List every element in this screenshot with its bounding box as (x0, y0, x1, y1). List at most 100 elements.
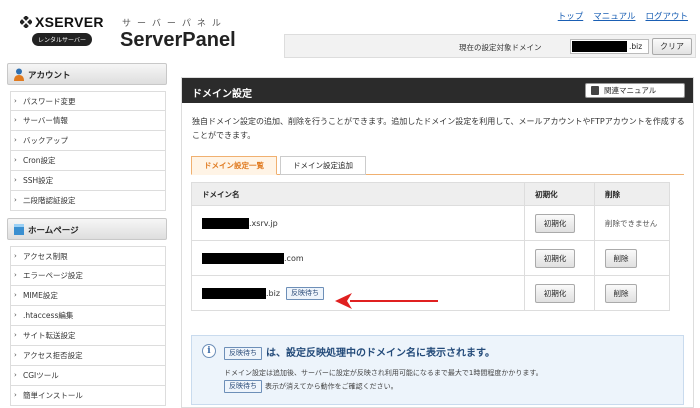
delete-cell: 削除できません (594, 205, 670, 241)
sidebar-item-access-restriction[interactable]: › アクセス制限 (10, 246, 166, 266)
sidebar-section-account[interactable]: アカウント (7, 63, 167, 85)
logo-diamond-icon (20, 16, 32, 28)
arrow-right-icon: › (14, 351, 17, 359)
arrow-right-icon: › (14, 291, 17, 299)
sidebar-item-2fa[interactable]: › 二段階認証設定 (10, 191, 166, 211)
sidebar-item-label: バックアップ (23, 136, 68, 145)
arrow-right-icon: › (14, 311, 17, 319)
init-cell: 初期化 (524, 275, 595, 311)
target-domain-field[interactable]: .biz (570, 39, 649, 54)
arrow-right-icon: › (14, 252, 17, 260)
init-button[interactable]: 初期化 (535, 248, 576, 268)
book-icon (591, 86, 599, 95)
sidebar-item-backup[interactable]: › バックアップ (10, 131, 166, 151)
init-button[interactable]: 初期化 (535, 213, 576, 233)
sidebar-item-mime[interactable]: › MIME設定 (10, 286, 166, 306)
column-header-domain: ドメイン名 (190, 182, 526, 206)
note-line-2: 反映待ち 表示が消えてから動作をご確認ください。 (224, 380, 674, 394)
arrow-right-icon: › (14, 97, 17, 105)
table-row: .com 初期化 削除 (190, 240, 670, 276)
sidebar-homepage-list: › アクセス制限 › エラーページ設定 › MIME設定 › .htaccess編集 ›… (10, 246, 166, 406)
intro-text: 独自ドメイン設定の追加、削除を行うことができます。追加したドメイン設定を利用して… (192, 117, 685, 140)
sidebar-item-cron[interactable]: › Cron設定 (10, 151, 166, 171)
domain-cell: .com (190, 240, 526, 276)
sidebar-item-ssh[interactable]: › SSH設定 (10, 171, 166, 191)
init-cell: 初期化 (524, 205, 595, 241)
tab-domain-list[interactable]: ドメイン設定一覧 (191, 156, 277, 175)
related-manual-button[interactable]: 関連マニュアル (585, 83, 685, 98)
pending-badge: 反映待ち (286, 286, 325, 300)
delete-cell: 削除 (594, 240, 670, 276)
arrow-right-icon: › (14, 371, 17, 379)
sidebar-section-label: ホームページ (28, 226, 79, 236)
page-title: ドメイン設定 (192, 89, 252, 100)
domain-suffix: .biz (266, 288, 281, 298)
arrow-right-icon: › (14, 176, 17, 184)
delete-cell: 削除 (594, 275, 670, 311)
pending-badge: 反映待ち (224, 380, 262, 393)
sidebar-item-password[interactable]: › パスワード変更 (10, 91, 166, 111)
sidebar-item-label: SSH設定 (23, 176, 54, 185)
sidebar-account-list: › パスワード変更 › サーバー情報 › バックアップ › Cron設定 › SSH設定 … (10, 91, 166, 211)
main-panel: ドメイン設定 関連マニュアル 独自ドメイン設定の追加、削除を行うことができます。… (181, 77, 694, 408)
note-heading-text: は、設定反映処理中のドメイン名に表示されます。 (266, 348, 495, 359)
init-button[interactable]: 初期化 (535, 283, 576, 303)
sidebar-item-label: CGIツール (23, 371, 59, 380)
sidebar-item-label: エラーページ設定 (23, 271, 83, 280)
manual-link[interactable]: マニュアル (593, 10, 635, 22)
sidebar-item-easy-install[interactable]: › 簡単インストール (10, 386, 166, 406)
redacted-domain (202, 287, 266, 299)
redacted-domain (202, 252, 284, 264)
target-domain-tld: .biz (629, 42, 643, 51)
note-body: ドメイン設定は追加後、サーバーに設定が反映され利用可能になるまで最大で1時間程度… (224, 367, 674, 394)
serverpanel-kana: サーバーパネル (122, 19, 227, 29)
tab-domain-add[interactable]: ドメイン設定追加 (280, 156, 366, 175)
clear-button[interactable]: クリア (652, 38, 692, 55)
note-line-2-text: 表示が消えてから動作をご確認ください。 (265, 382, 398, 391)
column-header-init: 初期化 (524, 182, 595, 206)
sidebar-item-label: アクセス拒否設定 (23, 351, 83, 360)
top-links: トップ マニュアル ログアウト (558, 10, 688, 22)
info-icon: i (202, 344, 216, 358)
sidebar-item-server-info[interactable]: › サーバー情報 (10, 111, 166, 131)
target-domain-bar: 現在の設定対象ドメイン .biz クリア (284, 34, 696, 58)
domain-suffix: .xsrv.jp (249, 218, 278, 228)
info-note: i 反映待ち は、設定反映処理中のドメイン名に表示されます。 ドメイン設定は追加後… (191, 335, 684, 405)
sidebar-item-label: アクセス制限 (23, 252, 68, 261)
table-header-row: ドメイン名 初期化 削除 (190, 182, 670, 206)
header: XSERVER レンタルサーバー サーバーパネル ServerPanel トップ… (0, 0, 700, 62)
sidebar-item-htaccess[interactable]: › .htaccess編集 (10, 306, 166, 326)
delete-button[interactable]: 削除 (605, 248, 637, 268)
column-header-delete: 削除 (594, 182, 670, 206)
pending-badge: 反映待ち (224, 346, 262, 360)
arrow-right-icon: › (14, 391, 17, 399)
related-manual-label: 関連マニュアル (604, 86, 657, 95)
sidebar-section-homepage[interactable]: ホームページ (7, 218, 167, 240)
sidebar-item-site-transfer[interactable]: › サイト転送設定 (10, 326, 166, 346)
delete-button[interactable]: 削除 (605, 283, 637, 303)
init-cell: 初期化 (524, 240, 595, 276)
arrow-right-icon: › (14, 196, 17, 204)
top-link[interactable]: トップ (558, 10, 584, 22)
sidebar-item-label: Cron設定 (23, 156, 56, 165)
sidebar-item-cgi[interactable]: › CGIツール (10, 366, 166, 386)
sidebar-item-label: .htaccess編集 (23, 311, 74, 320)
panel-header: ドメイン設定 関連マニュアル (182, 78, 693, 103)
note-heading: 反映待ち は、設定反映処理中のドメイン名に表示されます。 (224, 344, 495, 360)
arrow-right-icon: › (14, 271, 17, 279)
sidebar-item-label: サイト転送設定 (23, 331, 76, 340)
sidebar-item-access-deny[interactable]: › アクセス拒否設定 (10, 346, 166, 366)
sidebar-item-label: MIME設定 (23, 291, 58, 300)
red-arrow-icon (335, 293, 438, 309)
sidebar-item-label: パスワード変更 (23, 97, 76, 106)
brand-subtitle: レンタルサーバー (32, 33, 92, 46)
sidebar-item-error-page[interactable]: › エラーページ設定 (10, 266, 166, 286)
arrow-right-icon: › (14, 156, 17, 164)
table-row: .xsrv.jp 初期化 削除できません (190, 205, 670, 241)
xserver-logo[interactable]: XSERVER レンタルサーバー (20, 14, 110, 54)
logout-link[interactable]: ログアウト (645, 10, 688, 22)
redacted-domain (572, 41, 627, 52)
user-icon (14, 68, 24, 81)
sidebar-item-label: 二段階認証設定 (23, 196, 76, 205)
brand-name: XSERVER (35, 14, 104, 30)
